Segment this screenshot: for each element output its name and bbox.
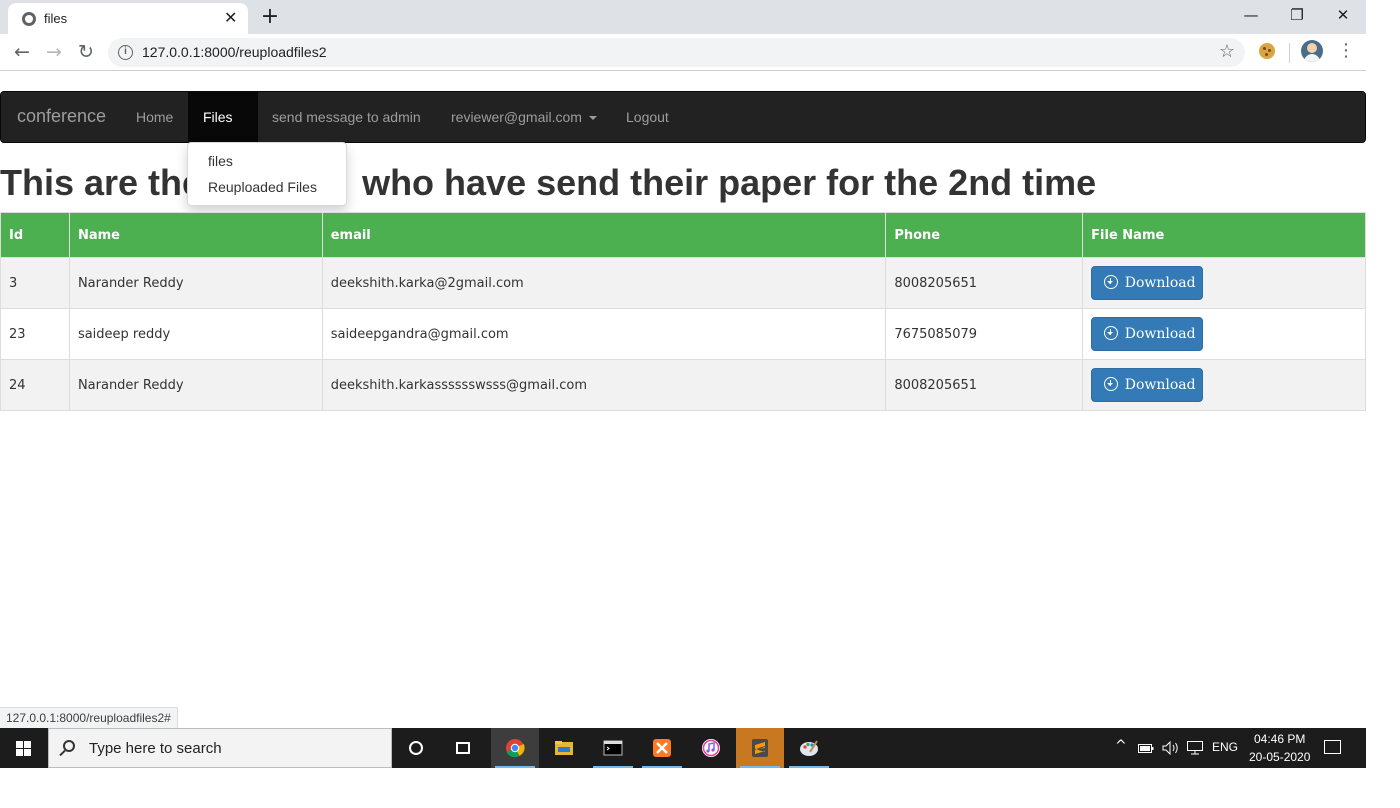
cell-id: 23 xyxy=(0,308,70,360)
dropdown-item-files[interactable]: files xyxy=(188,148,346,174)
restore-button[interactable]: ❐ xyxy=(1274,4,1320,28)
language-indicator[interactable]: ENG xyxy=(1212,740,1238,754)
cell-file: Download xyxy=(1082,308,1366,360)
caret-down-icon xyxy=(588,116,597,121)
nav-send-message[interactable]: send message to admin xyxy=(257,92,436,142)
cell-phone: 8008205651 xyxy=(885,257,1084,309)
taskbar-xampp[interactable] xyxy=(638,728,686,768)
tray-chevron-icon[interactable]: ^ xyxy=(1115,738,1127,754)
address-url[interactable]: 127.0.0.1:8000/reuploadfiles2 xyxy=(142,44,326,60)
taskbar-itunes[interactable] xyxy=(687,728,735,768)
cell-id: 3 xyxy=(0,257,70,309)
cookie-extension-icon[interactable] xyxy=(1259,43,1275,59)
files-table: Id Name email Phone File Name 3 Narander… xyxy=(0,212,1366,411)
profile-avatar[interactable] xyxy=(1301,40,1323,62)
download-button[interactable]: Download xyxy=(1091,266,1204,300)
table-row: 3 Narander Reddy deekshith.karka@2gmail.… xyxy=(0,257,1366,309)
taskbar-file-explorer[interactable] xyxy=(540,728,588,768)
cell-name: saideep reddy xyxy=(68,308,323,360)
cell-id: 24 xyxy=(0,359,70,411)
files-dropdown-menu: files Reuploaded Files xyxy=(187,142,347,206)
taskbar-paint[interactable] xyxy=(785,728,833,768)
browser-toolbar: ← → ↻ i 127.0.0.1:8000/reuploadfiles2 ☆ … xyxy=(0,34,1366,71)
paint-icon xyxy=(800,740,818,756)
column-header-id: Id xyxy=(0,212,70,258)
status-bar-url: 127.0.0.1:8000/reuploadfiles2# xyxy=(0,707,178,728)
nav-files-label: Files xyxy=(203,109,233,125)
site-navbar: conference Home Files send message to ad… xyxy=(0,91,1366,171)
xampp-icon xyxy=(653,739,671,757)
volume-icon[interactable] xyxy=(1162,741,1180,755)
taskbar-search-box[interactable]: Type here to search xyxy=(48,728,392,768)
cell-file: Download xyxy=(1082,257,1366,309)
cell-phone: 7675085079 xyxy=(885,308,1084,360)
cell-phone: 8008205651 xyxy=(885,359,1084,411)
nav-files[interactable]: Files xyxy=(188,92,258,171)
clock-time[interactable]: 04:46 PM xyxy=(1254,732,1305,746)
tab-close-icon[interactable]: ✕ xyxy=(224,8,237,27)
windows-taskbar: Type here to search ^ ENG 04:46 PM 20-05… xyxy=(0,728,1366,768)
new-tab-button[interactable]: + xyxy=(256,4,284,32)
menu-icon[interactable]: ⋮ xyxy=(1337,40,1355,61)
column-header-name: Name xyxy=(68,212,323,258)
clock-date[interactable]: 20-05-2020 xyxy=(1249,750,1310,764)
download-button[interactable]: Download xyxy=(1091,368,1204,402)
task-view-button[interactable] xyxy=(440,728,488,768)
table-row: 24 Narander Reddy deekshith.karkassssssw… xyxy=(0,359,1366,411)
page-title: This are the who have send their paper fo… xyxy=(0,162,1096,204)
column-header-phone: Phone xyxy=(885,212,1084,258)
reload-button[interactable]: ↻ xyxy=(74,40,98,64)
search-icon xyxy=(63,740,75,752)
music-icon xyxy=(702,739,720,757)
nav-logout[interactable]: Logout xyxy=(611,92,684,142)
terminal-icon xyxy=(603,740,623,756)
dropdown-item-reuploaded-files[interactable]: Reuploaded Files xyxy=(188,174,346,200)
table-header-row: Id Name email Phone File Name xyxy=(0,212,1366,258)
globe-icon xyxy=(22,12,36,26)
cortana-button[interactable] xyxy=(392,728,440,768)
battery-icon[interactable] xyxy=(1138,742,1154,754)
column-header-file-name: File Name xyxy=(1082,212,1366,258)
column-header-email: email xyxy=(321,212,887,258)
folder-icon xyxy=(555,741,573,755)
nav-user-menu[interactable]: reviewer@gmail.com xyxy=(436,92,612,142)
cell-name: Narander Reddy xyxy=(68,257,323,309)
back-button[interactable]: ← xyxy=(10,40,34,64)
cortana-icon xyxy=(409,741,423,755)
forward-button[interactable]: → xyxy=(42,40,66,64)
notification-icon[interactable] xyxy=(1324,740,1341,754)
cell-email: deekshith.karka@2gmail.com xyxy=(321,257,887,309)
minimize-button[interactable]: — xyxy=(1228,4,1274,28)
network-icon[interactable] xyxy=(1187,741,1203,755)
taskbar-sublime[interactable] xyxy=(736,728,784,768)
taskbar-terminal[interactable] xyxy=(589,728,637,768)
table-row: 23 saideep reddy saideepgandra@gmail.com… xyxy=(0,308,1366,360)
star-icon[interactable]: ☆ xyxy=(1219,41,1235,62)
cell-file: Download xyxy=(1082,359,1366,411)
taskbar-search-placeholder: Type here to search xyxy=(89,740,222,757)
download-button[interactable]: Download xyxy=(1091,317,1204,351)
page-title-end: who have send their paper for the 2nd ti… xyxy=(362,162,1097,203)
info-icon[interactable]: i xyxy=(118,45,133,60)
window-close-button[interactable]: ✕ xyxy=(1320,4,1366,28)
cell-email: deekshith.karkasssssswsss@gmail.com xyxy=(321,359,887,411)
chrome-icon xyxy=(506,739,525,758)
nav-home[interactable]: Home xyxy=(121,92,188,142)
browser-tab[interactable]: files ✕ xyxy=(8,3,248,34)
page-title-start: This are the xyxy=(0,162,203,203)
browser-titlebar: files ✕ + — ❐ ✕ xyxy=(0,0,1366,34)
cell-email: saideepgandra@gmail.com xyxy=(321,308,887,360)
tab-title: files xyxy=(44,11,68,26)
toolbar-divider xyxy=(1289,43,1290,63)
windows-logo-icon xyxy=(16,741,32,756)
cell-name: Narander Reddy xyxy=(68,359,323,411)
sublime-icon xyxy=(752,739,768,757)
navbar-brand[interactable]: conference xyxy=(17,106,106,127)
taskbar-chrome[interactable] xyxy=(491,728,539,768)
address-bar[interactable]: i 127.0.0.1:8000/reuploadfiles2 ☆ xyxy=(108,38,1245,67)
start-button[interactable] xyxy=(0,728,48,768)
task-view-icon xyxy=(456,742,470,754)
nav-user-label: reviewer@gmail.com xyxy=(451,109,582,125)
